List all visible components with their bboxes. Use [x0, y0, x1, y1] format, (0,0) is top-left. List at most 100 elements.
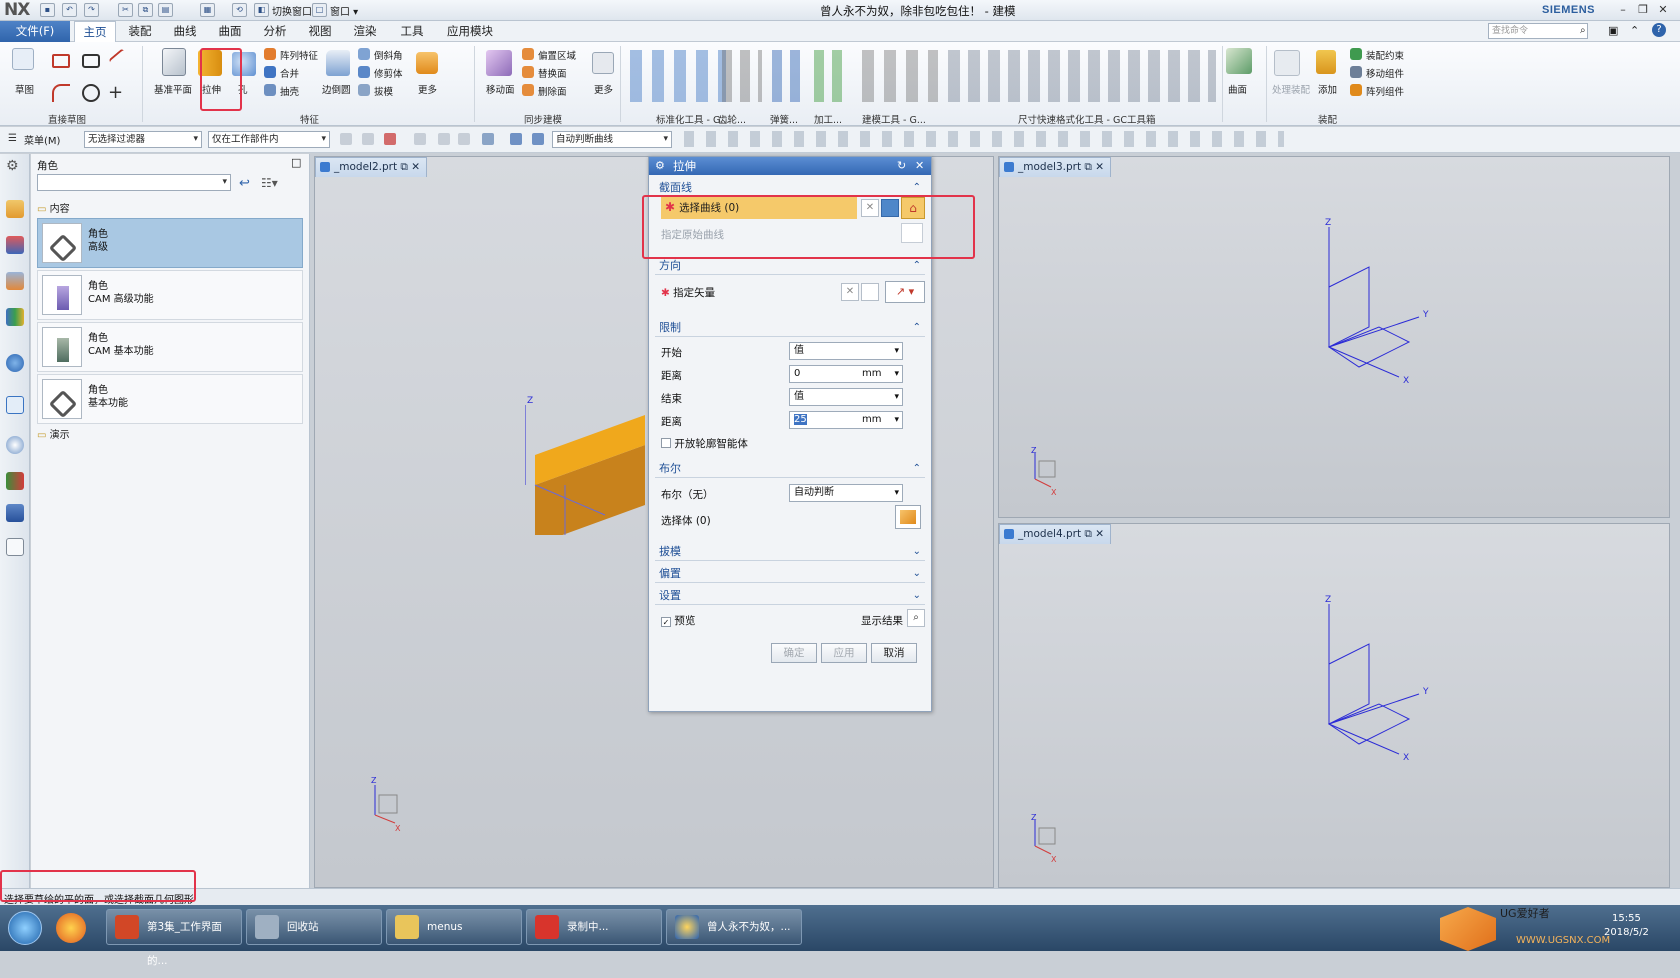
- help-icon[interactable]: ?: [1652, 23, 1666, 37]
- assembly-constraint-icon[interactable]: [1350, 48, 1362, 60]
- cancel-button[interactable]: 取消: [871, 643, 917, 663]
- process-studio-icon[interactable]: [6, 504, 24, 522]
- browser-icon[interactable]: [56, 913, 86, 943]
- snap-icon[interactable]: [458, 133, 470, 145]
- window-fit-icon[interactable]: ▣: [1608, 24, 1618, 37]
- start-button[interactable]: [8, 911, 42, 945]
- assembly-constraint-label[interactable]: 装配约束: [1366, 48, 1404, 62]
- role-item[interactable]: 角色 CAM 高级功能: [37, 270, 303, 320]
- replace-face-icon[interactable]: [522, 66, 534, 78]
- save-icon[interactable]: ▪: [40, 3, 55, 17]
- tab-home[interactable]: 主页: [74, 21, 116, 42]
- preview-checkbox[interactable]: ✓ 预览: [661, 613, 695, 628]
- taskbar-item-recycle-bin[interactable]: 回收站: [246, 909, 382, 945]
- role-item[interactable]: 角色 CAM 基本功能: [37, 322, 303, 372]
- machining-group[interactable]: 加工...: [814, 112, 842, 126]
- list-view-icon[interactable]: ☷▾: [261, 176, 278, 190]
- delete-face-label[interactable]: 删除面: [538, 84, 567, 98]
- draft-icon[interactable]: [358, 84, 370, 96]
- more-features-label[interactable]: 更多: [418, 82, 437, 96]
- unite-icon[interactable]: [264, 66, 276, 78]
- type-filter-select[interactable]: 无选择过滤器: [84, 131, 202, 148]
- shell-label[interactable]: 抽壳: [280, 84, 299, 98]
- apply-button[interactable]: 应用: [821, 643, 867, 663]
- vector-type-select[interactable]: ↗ ▾: [885, 281, 925, 303]
- edge-blend-icon[interactable]: [326, 50, 350, 76]
- end-type-select[interactable]: 值 ▾: [789, 388, 903, 406]
- profile-icon[interactable]: [52, 54, 70, 68]
- dialog-title-bar[interactable]: ⚙ 拉伸 ↻ ✕: [649, 157, 931, 175]
- cut-icon[interactable]: ✂: [118, 3, 133, 17]
- add-component-icon[interactable]: [1316, 50, 1336, 74]
- roles-icon[interactable]: [6, 538, 24, 556]
- body-icon[interactable]: [510, 133, 522, 145]
- tab-tools[interactable]: 工具: [392, 21, 432, 42]
- delete-face-icon[interactable]: [522, 84, 534, 96]
- taskbar-item-powerpoint[interactable]: 第3集_工作界面的...: [106, 909, 242, 967]
- arc-icon[interactable]: [52, 84, 70, 102]
- datum-plane-icon[interactable]: [162, 48, 186, 76]
- search-icon[interactable]: ⌕: [1580, 25, 1586, 36]
- pattern-component-label[interactable]: 阵列组件: [1366, 84, 1404, 98]
- more-features-icon[interactable]: [416, 52, 438, 74]
- window-menu-button[interactable]: □ 窗口 ▾: [312, 3, 358, 18]
- restore-icon[interactable]: ❐: [1636, 3, 1650, 17]
- taskbar-item-nx[interactable]: 曾人永不为奴，...: [666, 909, 802, 945]
- back-icon[interactable]: ↩: [239, 176, 250, 191]
- tab-file[interactable]: 文件(F): [0, 21, 70, 42]
- shell-icon[interactable]: [264, 84, 276, 96]
- close-dialog-icon[interactable]: ✕: [915, 157, 924, 175]
- direction-header[interactable]: 方向 ⌃: [655, 257, 925, 275]
- selection-icon[interactable]: [384, 133, 396, 145]
- draft-header[interactable]: 拔模 ⌄: [655, 543, 925, 561]
- viewport-model3[interactable]: _model3.prt ⧉ ✕ Z Y X Z X: [998, 156, 1670, 518]
- snap-icon[interactable]: [340, 133, 352, 145]
- settings-icon[interactable]: ⚙: [6, 158, 24, 176]
- viewport-tab-model2[interactable]: _model2.prt ⧉ ✕: [315, 157, 428, 177]
- start-distance-input[interactable]: 0 mm ▾: [789, 365, 903, 383]
- pattern-feature-icon[interactable]: [264, 48, 276, 60]
- reset-icon[interactable]: ↻: [897, 157, 906, 175]
- face-icon[interactable]: [532, 133, 544, 145]
- more-sync-icon[interactable]: [592, 52, 614, 74]
- modeling-tools-icons[interactable]: [862, 50, 938, 102]
- reuse-library-icon[interactable]: [6, 308, 24, 326]
- viewport-tab-model3[interactable]: _model3.prt ⧉ ✕: [999, 157, 1112, 177]
- move-component-icon[interactable]: [1350, 66, 1362, 78]
- snap-icon[interactable]: [438, 133, 450, 145]
- move-face-icon[interactable]: [486, 50, 512, 76]
- constraint-navigator-icon[interactable]: [6, 236, 24, 254]
- rectangle-icon[interactable]: [82, 54, 100, 68]
- select-body-button[interactable]: [895, 505, 921, 529]
- reverse-direction-icon[interactable]: ✕: [841, 283, 859, 301]
- unite-label[interactable]: 合并: [280, 66, 299, 80]
- web-browser-icon[interactable]: [6, 396, 24, 414]
- snap-point-toolbar[interactable]: [684, 131, 1284, 147]
- modeling-tools-group[interactable]: 建模工具 - G...: [862, 112, 926, 126]
- offset-region-icon[interactable]: [522, 48, 534, 60]
- move-component-label[interactable]: 移动组件: [1366, 66, 1404, 80]
- start-type-select[interactable]: 值 ▾: [789, 342, 903, 360]
- role-item[interactable]: 角色 高级: [37, 218, 303, 268]
- scope-select[interactable]: 仅在工作部件内: [208, 131, 330, 148]
- taskbar-item-recording[interactable]: 录制中...: [526, 909, 662, 945]
- circle-icon[interactable]: [82, 84, 100, 102]
- dim-tools-icons[interactable]: [948, 50, 1216, 102]
- trim-body-icon[interactable]: [358, 66, 370, 78]
- spring-group[interactable]: 弹簧...: [770, 112, 798, 126]
- assembly-navigator-icon[interactable]: [6, 200, 24, 218]
- boolean-header[interactable]: 布尔 ⌃: [655, 460, 925, 478]
- demo-folder[interactable]: ▭ 演示: [37, 426, 70, 441]
- collapse-ribbon-icon[interactable]: ⌃: [1630, 24, 1639, 37]
- selection-box-icon[interactable]: [482, 133, 494, 145]
- limits-header[interactable]: 限制 ⌃: [655, 319, 925, 337]
- tab-assembly[interactable]: 装配: [120, 21, 160, 42]
- hd3d-icon[interactable]: [6, 354, 24, 372]
- line-icon[interactable]: [108, 48, 134, 74]
- minimize-icon[interactable]: –: [1616, 3, 1630, 17]
- chamfer-label[interactable]: 倒斜角: [374, 48, 403, 62]
- ok-button[interactable]: 确定: [771, 643, 817, 663]
- switch-window-button[interactable]: ◧ 切换窗口: [254, 3, 312, 18]
- content-folder[interactable]: ▭ 内容: [37, 200, 70, 215]
- viewport-tab-model4[interactable]: _model4.prt ⧉ ✕: [999, 524, 1112, 544]
